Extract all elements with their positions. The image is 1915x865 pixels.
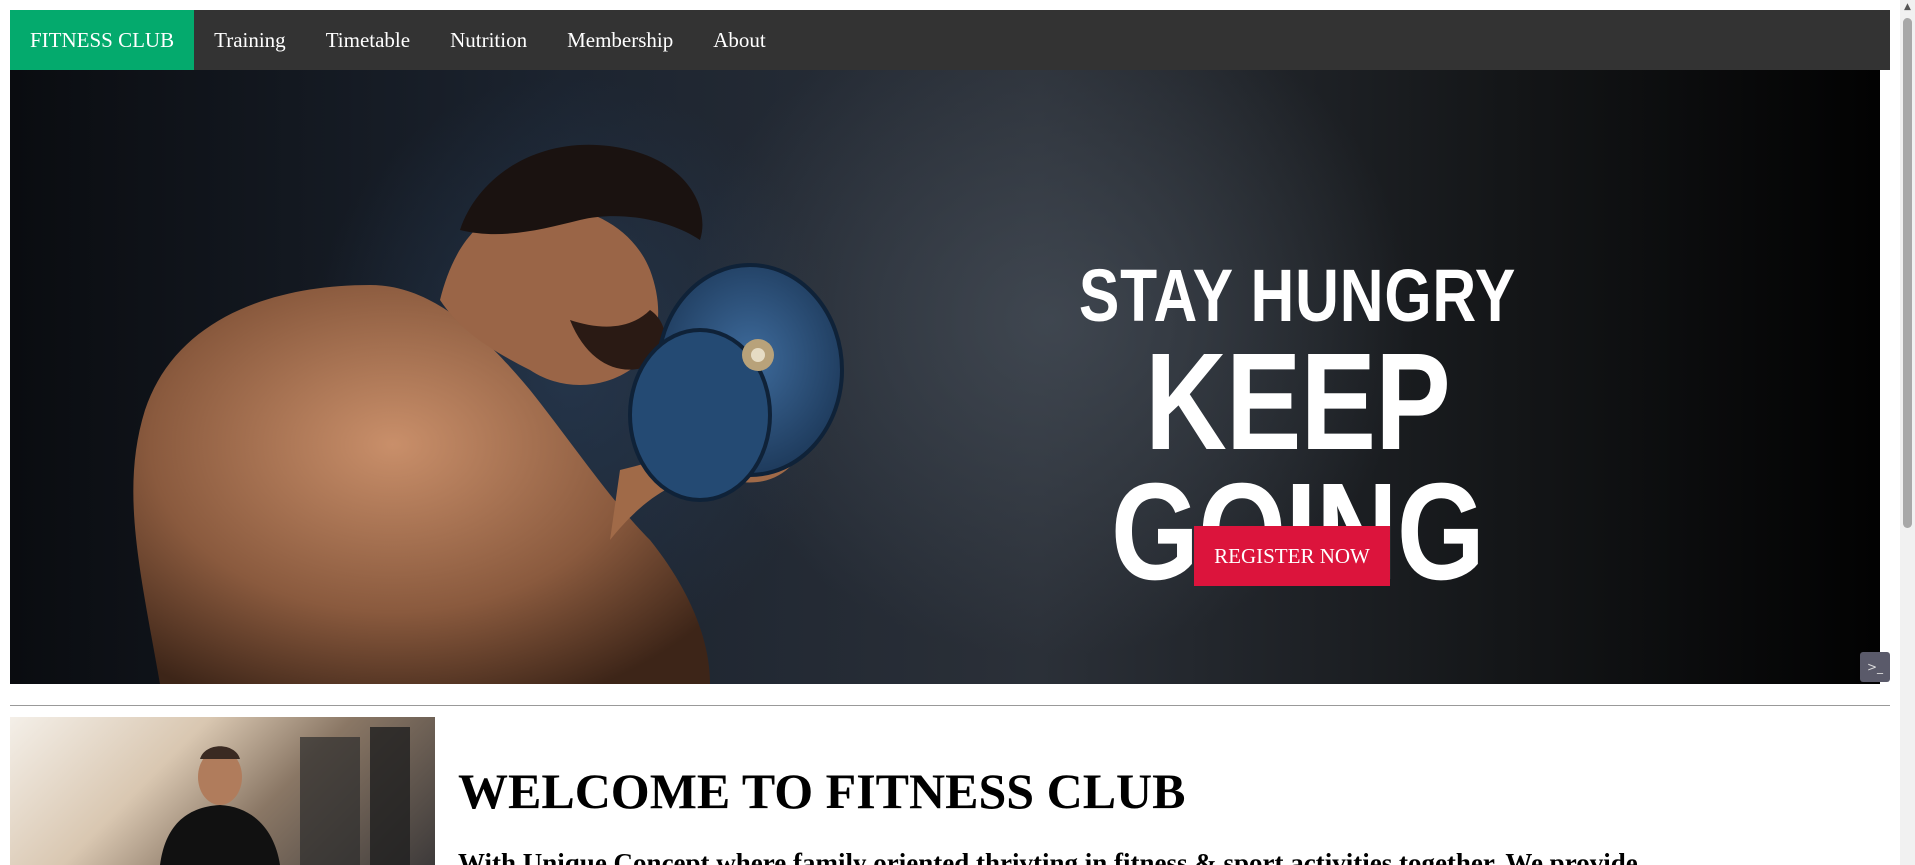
- hero-athlete-image: [133, 144, 844, 684]
- nav-link-training[interactable]: Training: [194, 10, 306, 70]
- hero-banner: STAY HUNGRY KEEP GOING REGISTER NOW: [10, 70, 1880, 684]
- scrollbar-thumb[interactable]: [1903, 18, 1912, 528]
- terminal-icon[interactable]: >_: [1860, 652, 1890, 682]
- brand-link[interactable]: FITNESS CLUB: [10, 10, 195, 70]
- top-navbar: FITNESS CLUB Training Timetable Nutritio…: [10, 10, 1890, 70]
- register-now-button[interactable]: REGISTER NOW: [1194, 526, 1390, 586]
- section-divider: [10, 705, 1890, 706]
- gym-photo-icon: [160, 727, 410, 865]
- welcome-image: [10, 717, 435, 865]
- welcome-title: WELCOME TO FITNESS CLUB: [458, 763, 1186, 819]
- welcome-paragraph: With Unique Concept where family oriente…: [458, 848, 1638, 865]
- nav-link-membership[interactable]: Membership: [547, 10, 693, 70]
- nav-link-timetable[interactable]: Timetable: [306, 10, 430, 70]
- scroll-up-arrow-icon[interactable]: ▲: [1900, 0, 1915, 15]
- nav-link-about[interactable]: About: [693, 10, 786, 70]
- nav-link-nutrition[interactable]: Nutrition: [430, 10, 547, 70]
